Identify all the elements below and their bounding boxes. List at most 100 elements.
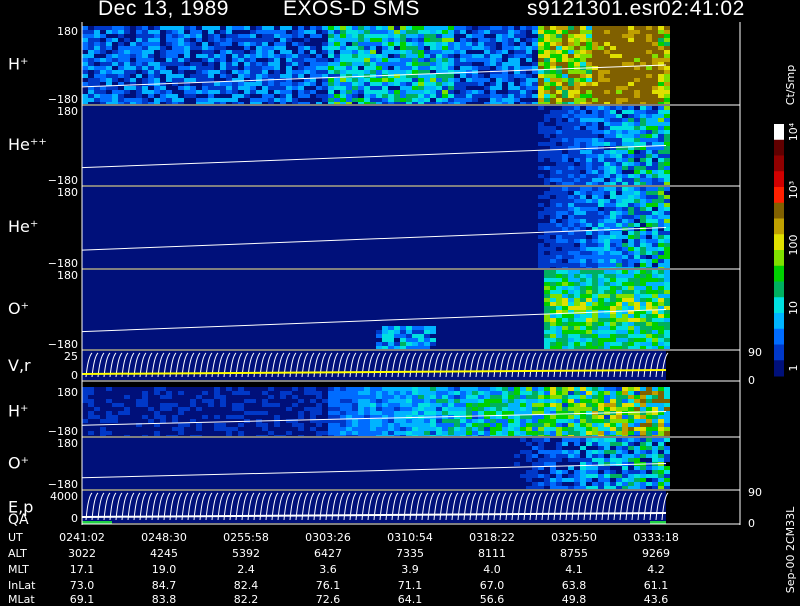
spectrogram-cell [586, 118, 592, 122]
spectrogram-cell [544, 427, 550, 431]
spectrogram-cell [100, 46, 106, 50]
spectrogram-cell [190, 399, 196, 403]
spectrogram-cell [556, 282, 562, 286]
spectrogram-cell [562, 251, 568, 255]
spectrogram-cell [100, 98, 106, 102]
spectrogram-cell [628, 174, 634, 178]
spectrogram-cell [490, 62, 496, 66]
spectrogram-cell [658, 274, 664, 278]
spectrogram-cell [664, 211, 670, 215]
spectrogram-cell [550, 478, 556, 482]
spectrogram-cell [562, 90, 568, 94]
spectrogram-cell [652, 138, 658, 142]
ephemeris-row-label: MLT [8, 563, 29, 576]
spectrogram-cell [652, 134, 658, 138]
spectrogram-cell [652, 34, 658, 38]
spectrogram-cell [526, 454, 532, 458]
spectrogram-cell [322, 399, 328, 403]
spectrogram-cell [262, 70, 268, 74]
spectrogram-cell [610, 427, 616, 431]
spectrogram-cell [106, 407, 112, 411]
spectrogram-cell [586, 42, 592, 46]
spectrogram-cell [550, 118, 556, 122]
spectrogram-cell [634, 326, 640, 330]
spectrogram-cell [628, 251, 634, 255]
spectrogram-cell [610, 82, 616, 86]
spectrogram-cell [622, 102, 628, 104]
spectrogram-cell [610, 474, 616, 478]
spectrogram-cell [634, 30, 640, 34]
spectrogram-cell [448, 419, 454, 423]
spectrogram-cell [598, 438, 604, 442]
spectrogram-cell [544, 211, 550, 215]
spectrogram-cell [592, 435, 598, 436]
spectrogram-cell [202, 98, 208, 102]
spectrogram-cell [286, 58, 292, 62]
spectrogram-cell [136, 399, 142, 403]
spectrogram-cell [598, 290, 604, 294]
spectrogram-cell [526, 474, 532, 478]
spectrogram-cell [526, 30, 532, 34]
spectrogram-cell [388, 38, 394, 42]
spectrogram-cell [610, 158, 616, 162]
spectrogram-cell [82, 94, 88, 98]
spectrogram-cell [628, 199, 634, 203]
spectrogram-cell [184, 407, 190, 411]
y-tick-label: 0 [71, 512, 78, 525]
spectrogram-cell [94, 90, 100, 94]
spectrogram-cell [586, 399, 592, 403]
spectrogram-cell [508, 403, 514, 407]
spectrogram-cell [664, 310, 670, 314]
spectrogram-cell [646, 46, 652, 50]
spectrogram-cell [574, 259, 580, 263]
spectrogram-cell [568, 346, 574, 349]
spectrogram-cell [634, 290, 640, 294]
spectrogram-cell [250, 102, 256, 104]
spectrogram-cell [154, 387, 160, 391]
spectrogram-cell [400, 435, 406, 436]
spectrogram-cell [346, 98, 352, 102]
spectrogram-cell [472, 46, 478, 50]
spectrogram-cell [496, 94, 502, 98]
spectrogram-cell [616, 431, 622, 435]
spectrogram-cell [400, 54, 406, 58]
spectrogram-cell [520, 435, 526, 436]
spectrogram-cell [544, 154, 550, 158]
spectrogram-cell [286, 86, 292, 90]
spectrogram-cell [454, 98, 460, 102]
spectrogram-cell [652, 146, 658, 150]
spectrogram-cell [598, 106, 604, 110]
spectrogram-cell [316, 66, 322, 70]
spectrogram-cell [382, 411, 388, 415]
spectrogram-cell [448, 46, 454, 50]
spectrogram-cell [562, 330, 568, 334]
spectrogram-cell [664, 46, 670, 50]
spectrogram-cell [442, 431, 448, 435]
spectrogram-cell [640, 215, 646, 219]
colorbar-segment [774, 202, 784, 219]
spectrogram-cell [622, 387, 628, 391]
spectrogram-cell [112, 86, 118, 90]
spectrogram-cell [640, 38, 646, 42]
spectrogram-cell [544, 326, 550, 330]
spectrogram-cell [598, 427, 604, 431]
spectrogram-cell [574, 450, 580, 454]
spectrogram-cell [616, 86, 622, 90]
spectrogram-cell [346, 58, 352, 62]
spectrogram-cell [658, 130, 664, 134]
spectrogram-cell [328, 407, 334, 411]
spectrogram-cell [580, 70, 586, 74]
spectrogram-cell [478, 403, 484, 407]
spectrogram-cell [196, 98, 202, 102]
spectrogram-cell [190, 26, 196, 30]
spectrogram-cell [232, 411, 238, 415]
spectrogram-cell [634, 419, 640, 423]
spectrogram-cell [628, 70, 634, 74]
spectrogram-cell [304, 30, 310, 34]
spectrogram-cell [340, 94, 346, 98]
spectrogram-cell [574, 330, 580, 334]
spectrogram-cell [622, 395, 628, 399]
spectrogram-cell [544, 310, 550, 314]
spectrogram-cell [580, 130, 586, 134]
spectrogram-cell [88, 391, 94, 395]
